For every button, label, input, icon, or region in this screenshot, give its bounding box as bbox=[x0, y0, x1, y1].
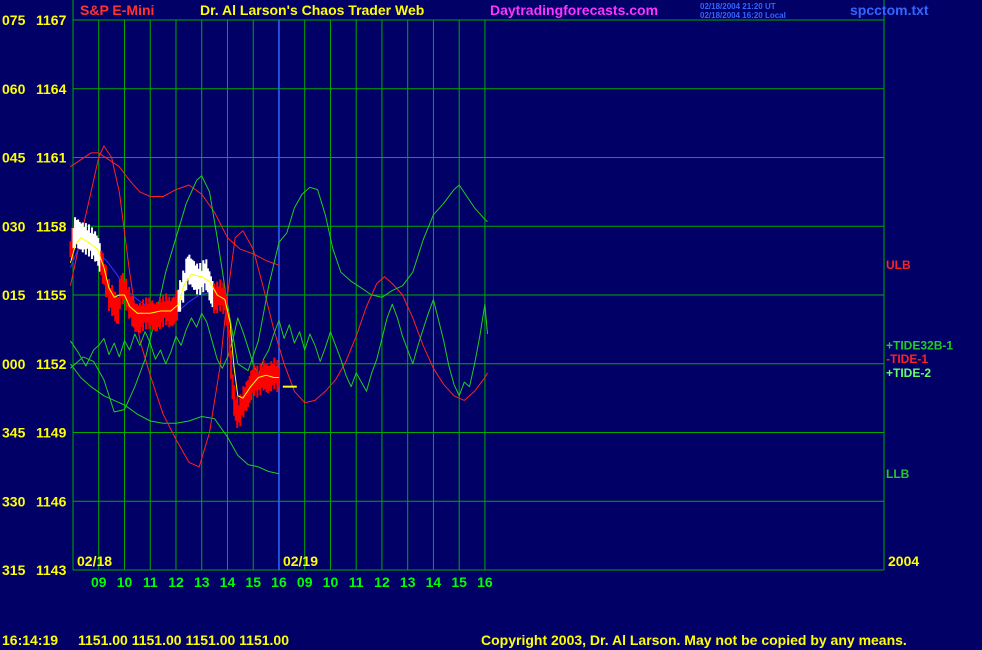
y-tick-code: 315 bbox=[2, 562, 26, 578]
series-label: LLB bbox=[886, 467, 910, 481]
footer-copyright: Copyright 2003, Dr. Al Larson. May not b… bbox=[481, 632, 907, 648]
date-marker-label: 02/19 bbox=[283, 553, 318, 569]
series-label: +TIDE32B-1 bbox=[886, 338, 953, 352]
y-tick-price: 1158 bbox=[36, 218, 67, 234]
x-tick-label: 16 bbox=[271, 574, 287, 590]
x-tick-label: 09 bbox=[91, 574, 107, 590]
x-tick-label: 14 bbox=[426, 574, 442, 590]
series-label: -TIDE-1 bbox=[886, 352, 928, 366]
y-tick-code: 060 bbox=[2, 81, 26, 97]
author-title: Dr. Al Larson's Chaos Trader Web bbox=[200, 2, 424, 18]
x-tick-label: 13 bbox=[194, 574, 210, 590]
x-tick-label: 14 bbox=[220, 574, 236, 590]
x-tick-label: 15 bbox=[245, 574, 261, 590]
x-tick-label: 11 bbox=[143, 574, 158, 590]
y-tick-code: 330 bbox=[2, 493, 26, 509]
y-tick-price: 1143 bbox=[36, 562, 67, 578]
x-tick-label: 12 bbox=[374, 574, 390, 590]
x-tick-label: 10 bbox=[323, 574, 339, 590]
x-tick-label: 12 bbox=[168, 574, 184, 590]
footer-time: 16:14:19 bbox=[2, 632, 58, 648]
y-tick-price: 1164 bbox=[36, 81, 67, 97]
data-filename: spcctom.txt bbox=[850, 2, 929, 18]
x-tick-label: 09 bbox=[297, 574, 313, 590]
chart-background bbox=[0, 0, 982, 650]
price-chart: 075 1167 060 1164 045 1161 030 1158 015 1155 000 11… bbox=[0, 0, 982, 650]
instrument-title: S&P E-Mini bbox=[80, 2, 154, 18]
y-tick-price: 1152 bbox=[36, 356, 67, 372]
x-tick-label: 11 bbox=[349, 574, 364, 590]
timestamp-ut: 02/18/2004 21:20 UT bbox=[700, 2, 776, 11]
date-marker-label: 02/18 bbox=[77, 553, 112, 569]
y-tick-price: 1146 bbox=[36, 493, 67, 509]
y-tick-code: 000 bbox=[2, 356, 26, 372]
x-tick-label: 16 bbox=[477, 574, 493, 590]
series-label: +TIDE-2 bbox=[886, 366, 931, 380]
series-label: ULB bbox=[886, 258, 911, 272]
x-tick-label: 10 bbox=[117, 574, 133, 590]
y-tick-code: 015 bbox=[2, 287, 26, 303]
site-link[interactable]: Daytradingforecasts.com bbox=[490, 2, 658, 18]
x-tick-label: 15 bbox=[451, 574, 467, 590]
y-tick-code: 075 bbox=[2, 12, 26, 28]
y-tick-price: 1155 bbox=[36, 287, 67, 303]
y-tick-code: 045 bbox=[2, 150, 26, 166]
y-tick-code: 345 bbox=[2, 425, 26, 441]
y-tick-price: 1149 bbox=[36, 425, 67, 441]
x-tick-label: 13 bbox=[400, 574, 416, 590]
footer-quote: 1151.00 1151.00 1151.00 1151.00 bbox=[78, 632, 289, 648]
y-tick-price: 1161 bbox=[36, 150, 67, 166]
timestamp-local: 02/18/2004 16:20 Local bbox=[700, 11, 786, 20]
y-tick-price: 1167 bbox=[36, 12, 67, 28]
year-label: 2004 bbox=[888, 553, 919, 569]
y-tick-code: 030 bbox=[2, 218, 26, 234]
